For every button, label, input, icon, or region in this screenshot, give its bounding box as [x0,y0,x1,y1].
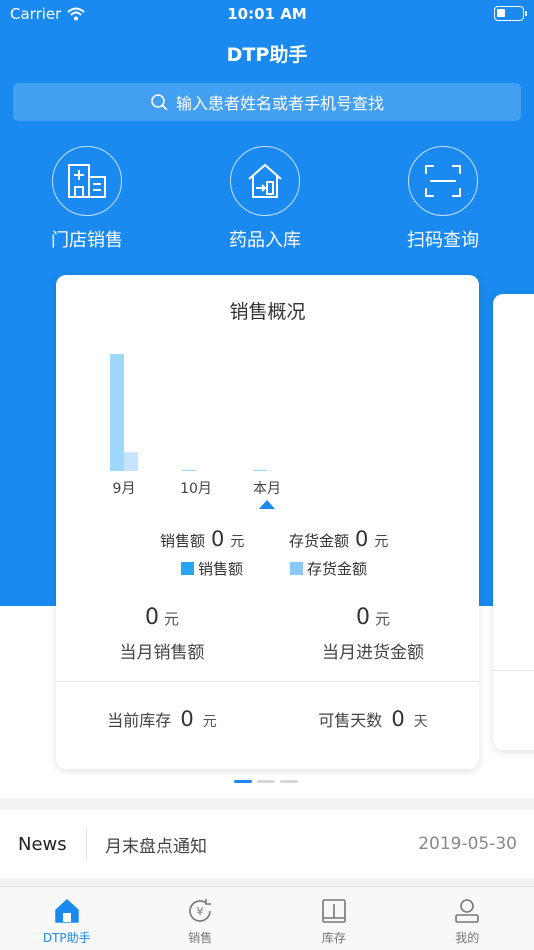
battery-icon [494,6,527,21]
tab-dtp-label: DTP助手 [42,931,91,945]
month-sales-stat: 0 元 当月销售额 [56,605,268,663]
store-sales-button[interactable]: 门店销售 [22,146,152,252]
status-bar: Carrier 10:01 AM [0,0,534,28]
legend-sales: 销售额 [181,558,243,579]
scan-icon [408,146,478,216]
stock-figure: 存货金额 0 元 [289,527,388,551]
month-purchase-label: 当月进货金额 [322,643,424,663]
legend-stock-swatch [290,562,303,575]
inventory-label: 当前库存 [107,711,172,730]
tab-inventory-label: 库存 [321,931,346,945]
warehouse-inbound-icon [230,146,300,216]
month-sales-value: 0 [144,605,159,630]
clock: 10:01 AM [227,5,307,23]
bar-stock-0[interactable] [124,452,138,471]
scan-query-label: 扫码查询 [407,230,479,251]
inventory-stat: 当前库存 0 元 [56,707,268,731]
selected-month-marker [259,500,275,509]
search-bar[interactable]: 输入患者姓名或者手机号查找 [13,83,521,121]
page-dot[interactable] [234,780,252,783]
search-icon [151,94,168,111]
news-tag: News [18,833,67,855]
store-icon [52,146,122,216]
yuan-refresh-icon: ¥ [186,897,214,925]
scan-query-button[interactable]: 扫码查询 [378,146,508,252]
legend-sales-swatch [181,562,194,575]
page-dot[interactable] [280,780,298,783]
svg-text:¥: ¥ [197,905,204,918]
stock-unit: 元 [374,534,389,550]
bar-sales-0[interactable] [110,354,124,471]
x-tick-label: 本月 [253,481,281,497]
legend-stock: 存货金额 [290,558,367,579]
next-card-peek[interactable] [493,294,534,750]
tab-mine[interactable]: 我的 [401,887,534,950]
legend-sales-label: 销售额 [198,560,244,578]
month-purchase-unit: 元 [375,610,391,628]
page-dot[interactable] [257,780,275,783]
sales-value: 0 [211,527,225,551]
month-sales-unit: 元 [164,610,180,628]
x-tick-label: 10月 [180,481,212,497]
month-sales-label: 当月销售额 [119,643,205,663]
month-purchase-value: 0 [355,605,370,630]
tab-dtp-assistant[interactable]: DTP助手 [0,887,134,950]
news-title: 月末盘点通知 [105,836,207,857]
inventory-unit: 元 [202,714,217,730]
tab-sales[interactable]: ¥ 销售 [134,887,268,950]
tab-bar: DTP助手 ¥ 销售 库存 我的 [0,886,534,950]
tab-mine-label: 我的 [455,931,480,945]
tab-sales-label: 销售 [188,931,213,945]
sales-figure: 销售额 0 元 [160,527,244,551]
news-date: 2019-05-30 [418,834,517,854]
inventory-value: 0 [180,707,194,731]
profile-icon [453,897,481,925]
tab-inventory[interactable]: 库存 [267,887,401,950]
x-tick-label: 9月 [113,481,136,497]
page-indicator[interactable] [234,780,298,783]
legend-stock-label: 存货金额 [307,560,368,578]
bar-sales-1[interactable] [182,469,196,471]
home-icon [53,897,81,925]
stock-value: 0 [355,527,369,551]
sales-chart: 9月 10月 本月 [110,354,281,509]
month-purchase-stat: 0 元 当月进货金额 [267,605,479,663]
sales-overview-card[interactable]: 销售概况 9月 10月 本月 销售额 0 元 存货金额 0 元 销售额 存货金额 0… [56,275,479,769]
stock-label: 存货金额 [289,532,350,550]
news-row[interactable]: News 月末盘点通知 2019-05-30 [0,810,534,878]
sales-unit: 元 [230,534,245,550]
days-value: 0 [391,707,405,731]
days-label: 可售天数 [318,711,383,730]
search-placeholder: 输入患者姓名或者手机号查找 [175,94,384,113]
days-unit: 天 [413,714,428,730]
sales-label: 销售额 [160,532,206,550]
days-stat: 可售天数 0 天 [267,707,479,731]
card-divider [56,681,479,682]
drug-inbound-label: 药品入库 [229,230,301,251]
store-sales-label: 门店销售 [51,230,123,251]
bar-sales-2[interactable] [253,469,267,471]
inventory-book-icon [320,897,348,925]
drug-inbound-button[interactable]: 药品入库 [200,146,330,252]
page-title: DTP助手 [226,44,308,66]
